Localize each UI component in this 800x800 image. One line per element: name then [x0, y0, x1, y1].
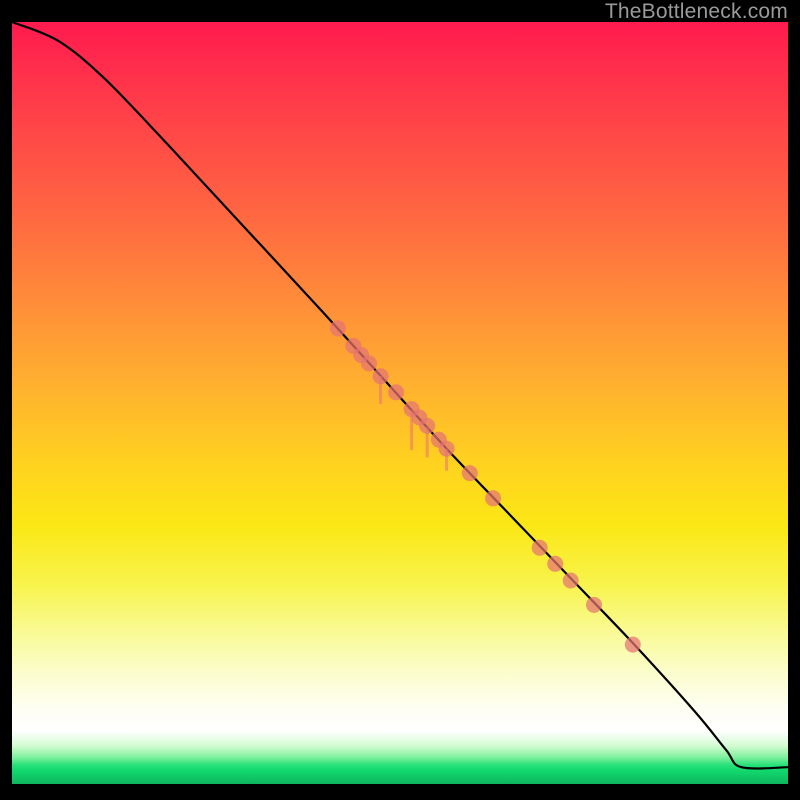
- highlight-dot: [330, 320, 346, 336]
- highlight-dot: [373, 368, 389, 384]
- highlight-dot: [547, 556, 563, 572]
- highlight-dot: [361, 355, 377, 371]
- highlight-dot: [625, 637, 641, 653]
- attribution-text: TheBottleneck.com: [605, 0, 788, 24]
- highlight-dot: [532, 540, 548, 556]
- highlight-dot: [563, 573, 579, 589]
- plot-area: [12, 22, 788, 784]
- chart-overlay: [12, 22, 788, 784]
- highlight-dot: [485, 490, 501, 506]
- highlight-dot: [586, 597, 602, 613]
- highlight-dots: [330, 320, 641, 652]
- highlight-dot: [388, 384, 404, 400]
- highlight-dot: [462, 465, 478, 481]
- chart-stage: TheBottleneck.com: [0, 0, 800, 800]
- highlight-dot: [419, 418, 435, 434]
- highlight-dot: [439, 441, 455, 457]
